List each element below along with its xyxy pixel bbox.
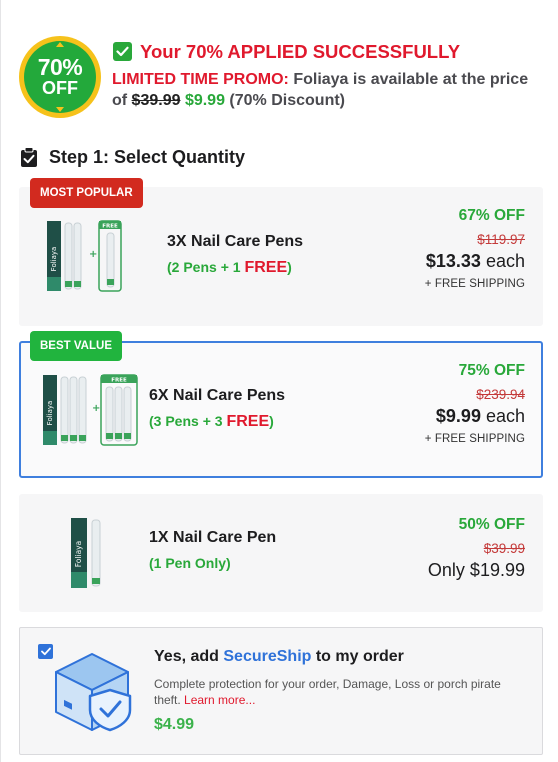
promo-description: LIMITED TIME PROMO: Foliaya is available… xyxy=(112,69,542,111)
offer-6x-subtitle: (3 Pens + 3 FREE) xyxy=(149,413,274,431)
offer-1x-percent-off: 50% OFF xyxy=(458,516,525,533)
offer-3x-price-value: $13.33 xyxy=(425,251,481,271)
offer-6x-sub-suffix: ) xyxy=(269,413,274,429)
offer-6x-sub-prefix: (3 Pens + 3 xyxy=(149,413,227,429)
offer-1x-subtitle: (1 Pen Only) xyxy=(149,555,231,571)
offer-6x-name: 6X Nail Care Pens xyxy=(149,387,286,404)
offer-3x-price: $13.33 each xyxy=(425,251,525,272)
offer-3x-subtitle: (2 Pens + 1 FREE) xyxy=(167,259,292,277)
discount-badge-inner: 70% OFF xyxy=(24,41,96,113)
offer-3x-price-suffix: each xyxy=(480,251,525,271)
product-1x-image: Foliaya xyxy=(71,518,101,588)
success-check-icon xyxy=(113,42,132,61)
offer-6x-old-price: $239.94 xyxy=(476,387,525,402)
discount-badge: 70% OFF xyxy=(19,36,101,118)
clipboard-check-icon xyxy=(21,147,37,167)
secureship-title-prefix: Yes, add xyxy=(154,648,224,665)
checkout-panel: 70% OFF Your 70% APPLIED SUCCESSFULLY LI… xyxy=(0,0,558,762)
badge-bottom-arrow-icon xyxy=(56,107,64,112)
best-value-ribbon: BEST VALUE xyxy=(30,331,122,361)
offer-1x-name: 1X Nail Care Pen xyxy=(149,529,277,546)
badge-percent: 70% xyxy=(37,54,83,80)
secureship-title-suffix: to my order xyxy=(311,648,404,665)
offer-card-1x[interactable]: Foliaya 1X Nail Care Pen (1 Pen Only) 50… xyxy=(19,494,543,612)
offer-3x-shipping: + FREE SHIPPING xyxy=(424,278,525,290)
promo-applied-message: Your 70% APPLIED SUCCESSFULLY xyxy=(140,41,461,62)
promo-old-price: $39.99 xyxy=(131,92,181,109)
secureship-title: Yes, add SecureShip to my order xyxy=(154,648,404,666)
offer-6x-percent-off: 75% OFF xyxy=(458,362,525,379)
shield-box-icon xyxy=(55,653,132,732)
most-popular-ribbon: MOST POPULAR xyxy=(30,178,143,208)
secureship-brand: SecureShip xyxy=(223,648,312,665)
offer-3x-name: 3X Nail Care Pens xyxy=(167,233,304,250)
offer-1x-pricing: 50% OFF $39.99 Only $19.99 xyxy=(428,516,525,581)
offer-6x-price-suffix: each xyxy=(480,406,525,426)
offer-6x-shipping: + FREE SHIPPING xyxy=(424,433,525,445)
limited-time-label: LIMITED TIME PROMO: xyxy=(112,71,289,88)
promo-new-price: $9.99 xyxy=(184,92,225,109)
offer-3x-old-price: $119.97 xyxy=(477,232,525,247)
offer-3x-sub-suffix: ) xyxy=(287,259,292,275)
badge-top-arrow-icon xyxy=(56,42,64,47)
step-title: Step 1: Select Quantity xyxy=(49,147,246,167)
offer-3x-percent-off: 67% OFF xyxy=(458,207,525,224)
product-3x-free-tag: FREE xyxy=(102,224,118,230)
offer-6x-pricing: 75% OFF $239.94 $9.99 each + FREE SHIPPI… xyxy=(425,362,525,445)
learn-more-link[interactable]: Learn more... xyxy=(184,693,255,707)
offer-3x-pricing: 67% OFF $119.97 $13.33 each + FREE SHIPP… xyxy=(425,207,525,290)
product-3x-image: Foliaya + FREE xyxy=(47,220,122,292)
offer-card-6x[interactable]: Foliaya + FREE 6X Nail Care Pens (3 Pens… xyxy=(19,341,543,478)
offer-1x-price: Only $19.99 xyxy=(427,560,525,580)
offer-3x-free: FREE xyxy=(244,259,288,276)
offer-1x-old-price: $39.99 xyxy=(483,541,525,556)
product-6x-image: Foliaya + FREE xyxy=(43,374,138,446)
secureship-description: Complete protection for your order, Dama… xyxy=(154,676,524,708)
promo-discount-text: (70% Discount) xyxy=(224,92,345,109)
secureship-addon[interactable]: Yes, add SecureShip to my order Complete… xyxy=(19,627,543,755)
offer-6x-free: FREE xyxy=(226,413,270,430)
offer-3x-sub-prefix: (2 Pens + 1 xyxy=(167,259,245,275)
product-3x-plus: + xyxy=(89,249,97,260)
checkbox-check-icon xyxy=(40,647,51,656)
badge-off-label: OFF xyxy=(42,78,78,98)
product-1x-brand: Foliaya xyxy=(74,541,83,567)
product-6x-free-tag: FREE xyxy=(111,378,127,384)
product-6x-plus: + xyxy=(92,403,100,414)
offer-6x-price: $9.99 each xyxy=(425,406,525,427)
product-3x-brand: Foliaya xyxy=(50,247,58,272)
product-6x-brand: Foliaya xyxy=(46,401,54,426)
offer-6x-price-value: $9.99 xyxy=(435,406,481,426)
secureship-price: $4.99 xyxy=(154,716,195,733)
secureship-checkbox[interactable] xyxy=(38,644,53,659)
